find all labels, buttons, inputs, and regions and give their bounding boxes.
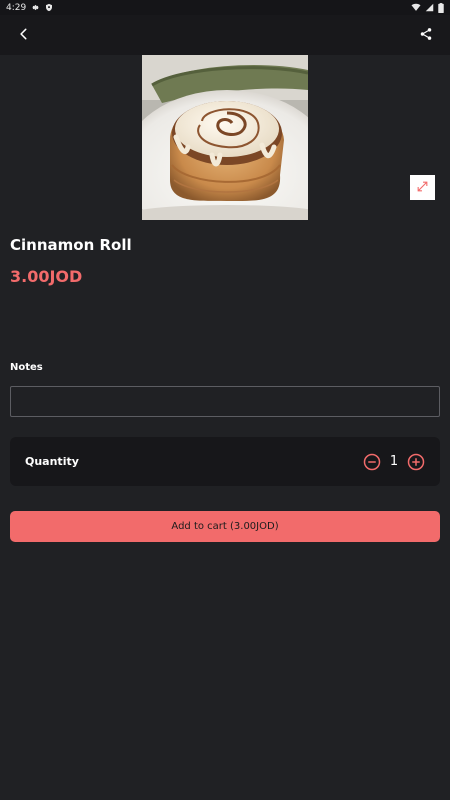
notes-input[interactable] [10, 386, 440, 417]
minus-circle-icon [363, 453, 381, 470]
increase-quantity-button[interactable] [407, 453, 425, 471]
decrease-quantity-button[interactable] [363, 453, 381, 471]
expand-icon [416, 178, 429, 197]
status-bar: 4:29 [0, 0, 450, 15]
app-bar [0, 15, 450, 55]
notes-label: Notes [10, 362, 43, 373]
back-button[interactable] [12, 23, 36, 47]
add-to-cart-button[interactable]: Add to cart (3.00JOD) [10, 511, 440, 542]
back-arrow-icon [17, 26, 31, 45]
share-icon [419, 26, 433, 45]
product-name: Cinnamon Roll [10, 236, 132, 254]
quantity-stepper: 1 [363, 453, 425, 471]
plus-circle-icon [407, 453, 425, 470]
quantity-value: 1 [389, 454, 399, 469]
product-price: 3.00JOD [10, 267, 83, 286]
expand-button[interactable] [410, 175, 435, 200]
gear-icon [31, 3, 40, 12]
wifi-icon [411, 3, 421, 12]
status-time: 4:29 [6, 2, 27, 13]
product-image [142, 55, 308, 220]
battery-icon [438, 2, 444, 13]
shield-icon [45, 3, 53, 12]
share-button[interactable] [414, 23, 438, 47]
quantity-card: Quantity 1 [10, 437, 440, 486]
signal-icon [425, 3, 434, 12]
cinnamon-roll-photo [142, 55, 308, 220]
status-left: 4:29 [6, 3, 53, 13]
add-to-cart-label: Add to cart (3.00JOD) [171, 521, 279, 532]
quantity-label: Quantity [25, 455, 79, 468]
status-right [411, 2, 444, 13]
